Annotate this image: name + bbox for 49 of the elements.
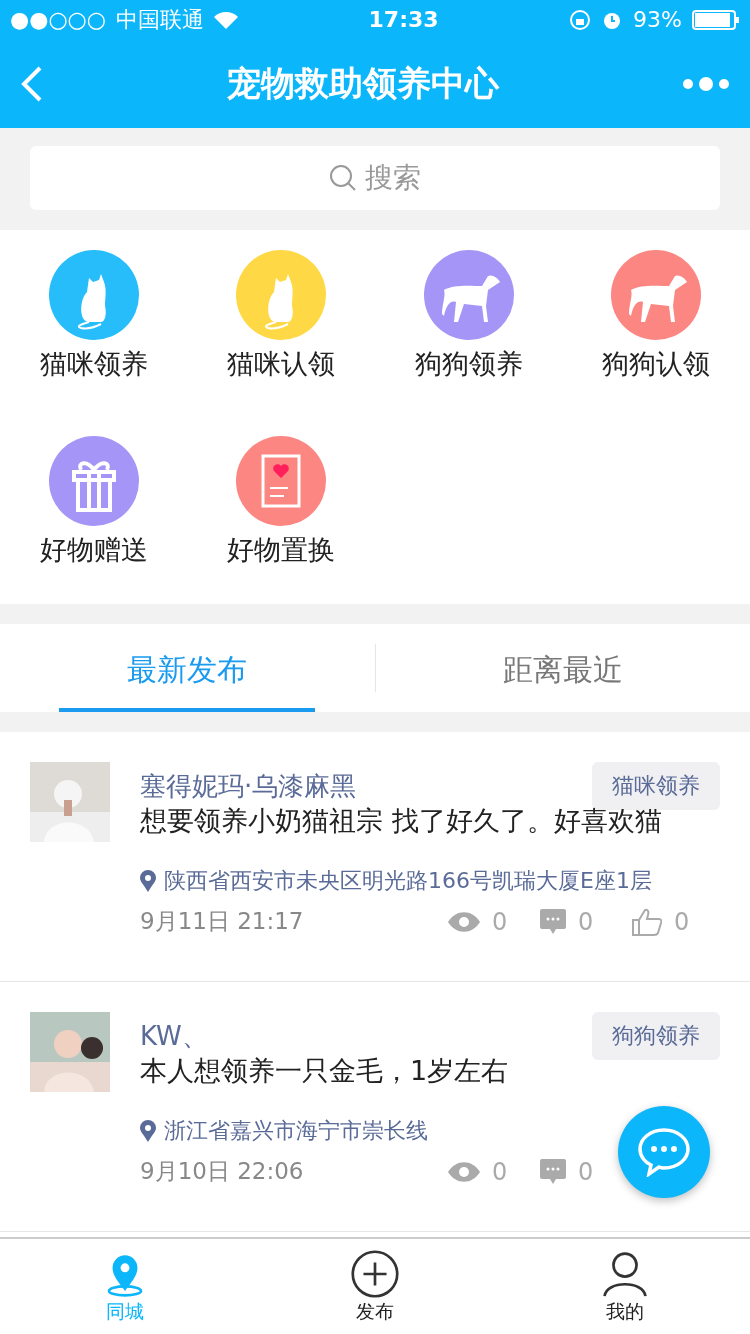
author-name[interactable]: KW、 <box>140 1019 208 1052</box>
location-text: 陕西省西安市未央区明光路166号凯瑞大厦E座1层 <box>164 867 652 895</box>
signal-strength: ●●○○○ <box>10 9 106 31</box>
post-text: 本人想领养一只金毛，1岁左右 <box>140 1053 510 1088</box>
dog-category-icon[interactable] <box>611 250 702 340</box>
tab[interactable]: 距离最近 <box>434 650 691 712</box>
category-label[interactable]: 狗狗领养 <box>414 346 523 382</box>
comment-icon <box>540 908 566 935</box>
gift-category-icon[interactable] <box>48 436 139 526</box>
location-pin-icon <box>140 870 156 892</box>
comment-count: 0 <box>578 1156 594 1187</box>
comment-icon <box>540 1158 566 1185</box>
thumbs-up-icon[interactable] <box>632 907 662 936</box>
eye-icon <box>448 1161 480 1182</box>
more-icon[interactable] <box>682 75 730 93</box>
chat-bubble-icon <box>637 1127 691 1177</box>
location-text: 浙江省嘉兴市海宁市崇长线 <box>164 1117 428 1145</box>
post-date: 9月10日 22:06 <box>140 1157 305 1187</box>
category-label[interactable]: 好物赠送 <box>39 532 148 568</box>
category-label[interactable]: 狗狗认领 <box>602 346 711 382</box>
plus-circle-icon <box>351 1250 399 1299</box>
search-icon <box>329 164 357 192</box>
category-label[interactable]: 猫咪认领 <box>227 346 336 382</box>
battery-icon <box>692 10 740 30</box>
carrier-name: 中国联通 <box>116 9 204 31</box>
cat-category-icon[interactable] <box>48 250 139 340</box>
view-count: 0 <box>492 1156 508 1187</box>
battery-percent: 93% <box>633 9 682 31</box>
post-date: 9月11日 21:17 <box>140 907 305 937</box>
location-pin-icon <box>140 1120 156 1142</box>
nav-tab[interactable]: 发布 <box>250 1239 500 1334</box>
clock-time: 17:33 <box>367 9 440 31</box>
category-label[interactable]: 好物置换 <box>227 532 336 568</box>
person-icon <box>601 1250 649 1299</box>
back-icon[interactable] <box>20 64 44 104</box>
eye-icon <box>448 911 480 932</box>
category-label[interactable]: 猫咪领养 <box>39 346 148 382</box>
card-category-icon[interactable] <box>236 436 327 526</box>
dog-category-icon[interactable] <box>423 250 514 340</box>
nav-tab[interactable]: 我的 <box>500 1239 750 1334</box>
wifi-icon <box>214 11 238 29</box>
cat-category-icon[interactable] <box>236 250 327 340</box>
author-name[interactable]: 塞得妮玛·乌漆麻黑 <box>140 769 357 802</box>
page-title: 宠物救助领养中心 <box>227 62 499 105</box>
like-count: 0 <box>674 906 690 937</box>
rotation-lock-icon <box>569 9 592 31</box>
category-tag: 狗狗领养 <box>592 1012 720 1060</box>
view-count: 0 <box>492 906 508 937</box>
comment-count: 0 <box>578 906 594 937</box>
